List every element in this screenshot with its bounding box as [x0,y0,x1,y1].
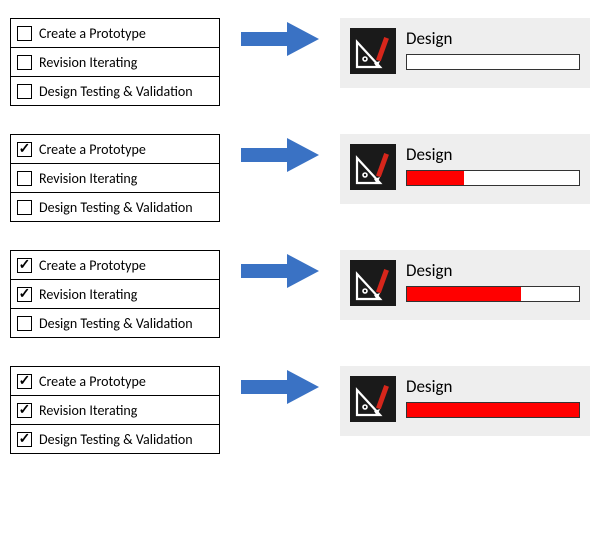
checkbox-icon [17,171,32,186]
task-label: Revision Iterating [39,402,137,419]
checkbox-checked-icon: ✓ [17,258,32,273]
task-create-a-prototype[interactable]: Create a Prototype [10,18,220,48]
card-title: Design [406,376,580,397]
checkbox-checked-icon: ✓ [17,403,32,418]
card-body: Design [406,28,580,70]
task-revision-iterating[interactable]: ✓ Revision Iterating [10,279,220,309]
arrow-icon [220,18,340,56]
task-label: Design Testing & Validation [39,315,193,332]
checkbox-checked-icon: ✓ [17,142,32,157]
card-body: Design [406,260,580,302]
task-create-a-prototype[interactable]: ✓ Create a Prototype [10,250,220,280]
card-title: Design [406,28,580,49]
checkbox-icon [17,84,32,99]
checklist: ✓ Create a Prototype ✓ Revision Iteratin… [10,366,220,454]
card-body: Design [406,144,580,186]
task-label: Revision Iterating [39,170,137,187]
checklist: ✓ Create a Prototype Revision Iterating … [10,134,220,222]
progress-bar [406,170,580,186]
state-row-2: ✓ Create a Prototype ✓ Revision Iteratin… [10,250,590,338]
task-label: Create a Prototype [39,373,146,390]
design-setsquare-pencil-icon [350,260,396,306]
design-setsquare-pencil-icon [350,376,396,422]
task-label: Revision Iterating [39,286,137,303]
progress-fill [407,171,464,185]
task-create-a-prototype[interactable]: ✓ Create a Prototype [10,366,220,396]
task-label: Revision Iterating [39,54,137,71]
checkbox-icon [17,316,32,331]
card-body: Design [406,376,580,418]
task-design-testing-validation[interactable]: Design Testing & Validation [10,76,220,106]
design-setsquare-pencil-icon [350,28,396,74]
arrow-icon [220,134,340,172]
task-label: Design Testing & Validation [39,431,193,448]
arrow-icon [220,366,340,404]
task-label: Create a Prototype [39,257,146,274]
task-design-testing-validation[interactable]: Design Testing & Validation [10,308,220,338]
checkbox-checked-icon: ✓ [17,287,32,302]
card-title: Design [406,144,580,165]
state-row-1: ✓ Create a Prototype Revision Iterating … [10,134,590,222]
design-progress-card: Design [340,18,590,88]
state-row-0: Create a Prototype Revision Iterating De… [10,18,590,106]
task-label: Create a Prototype [39,25,146,42]
design-progress-card: Design [340,250,590,320]
task-label: Design Testing & Validation [39,83,193,100]
task-revision-iterating[interactable]: Revision Iterating [10,163,220,193]
checkbox-icon [17,55,32,70]
task-design-testing-validation[interactable]: ✓ Design Testing & Validation [10,424,220,454]
design-progress-card: Design [340,366,590,436]
task-revision-iterating[interactable]: ✓ Revision Iterating [10,395,220,425]
design-setsquare-pencil-icon [350,144,396,190]
checkbox-checked-icon: ✓ [17,374,32,389]
checklist: Create a Prototype Revision Iterating De… [10,18,220,106]
progress-fill [407,287,521,301]
task-revision-iterating[interactable]: Revision Iterating [10,47,220,77]
task-label: Design Testing & Validation [39,199,193,216]
task-create-a-prototype[interactable]: ✓ Create a Prototype [10,134,220,164]
checkbox-icon [17,26,32,41]
state-row-3: ✓ Create a Prototype ✓ Revision Iteratin… [10,366,590,454]
progress-bar [406,286,580,302]
card-title: Design [406,260,580,281]
task-design-testing-validation[interactable]: Design Testing & Validation [10,192,220,222]
progress-bar [406,54,580,70]
arrow-icon [220,250,340,288]
task-label: Create a Prototype [39,141,146,158]
checkbox-icon [17,200,32,215]
design-progress-card: Design [340,134,590,204]
progress-fill [407,403,579,417]
checklist: ✓ Create a Prototype ✓ Revision Iteratin… [10,250,220,338]
progress-bar [406,402,580,418]
checkbox-checked-icon: ✓ [17,432,32,447]
